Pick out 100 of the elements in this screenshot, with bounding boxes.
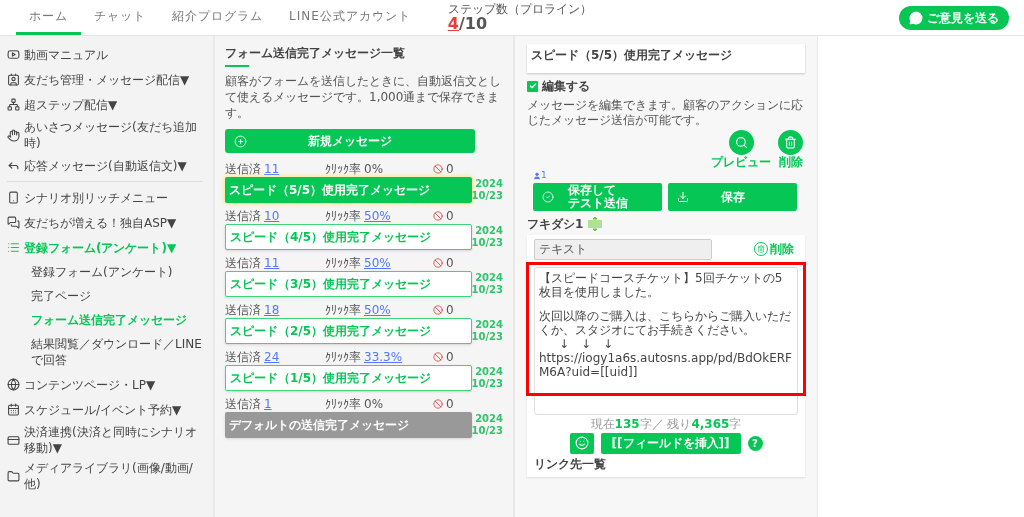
- insert-field-button[interactable]: [[フィールドを挿入]]: [600, 432, 741, 454]
- sidebar-item[interactable]: 応答メッセージ(自動返信文)▼: [24, 157, 187, 174]
- message-year: 2024: [474, 272, 503, 284]
- block-count: 0: [446, 207, 454, 225]
- sidebar-subitem[interactable]: 登録フォーム(アンケート): [31, 260, 203, 284]
- hand-icon: [7, 128, 20, 142]
- sent-count-link[interactable]: 10: [264, 206, 280, 225]
- message-title-bar[interactable]: デフォルトの送信完了メッセージ: [225, 412, 472, 438]
- contact-icon: [7, 73, 20, 86]
- message-year: 2024: [474, 366, 503, 378]
- sent-count-link[interactable]: 24: [264, 347, 280, 366]
- phone-icon: [7, 191, 20, 204]
- reply-icon: [7, 159, 20, 172]
- chat-icon: [7, 216, 20, 229]
- click-rate-label: ｸﾘｯｸ率: [325, 301, 361, 319]
- sent-label: 送信済: [225, 207, 261, 225]
- nav-tab[interactable]: LINE公式アカウント: [276, 0, 424, 35]
- message-date: 10/23: [471, 237, 503, 249]
- message-title-bar[interactable]: スピード（4/5）使用完了メッセージ: [225, 224, 472, 250]
- edit-label: 編集する: [542, 78, 590, 95]
- sidebar-item[interactable]: 友だち管理・メッセージ配信▼: [24, 71, 190, 88]
- block-count: 0: [446, 395, 454, 413]
- message-line: https://iogy1a6s.autosns.app/pd/BdOkERFM6A?uid=[[uid]]: [539, 350, 793, 379]
- sidebar-item[interactable]: 友だちが増える！独自ASP▼: [24, 214, 177, 231]
- reorder-icon: [587, 216, 604, 231]
- sent-label: 送信済: [225, 160, 261, 178]
- message-line: ↓ ↓ ↓: [558, 336, 615, 351]
- user-count: 1: [541, 169, 547, 182]
- bubble-title: フキダシ1: [527, 215, 584, 233]
- new-message-button[interactable]: 新規メッセージ: [225, 129, 475, 153]
- message-title-bar[interactable]: スピード（1/5）使用完了メッセージ: [225, 365, 472, 391]
- delete-button[interactable]: [778, 130, 803, 155]
- message-date: 10/23: [471, 425, 503, 437]
- sent-label: 送信済: [225, 395, 261, 413]
- preview-button[interactable]: [728, 130, 754, 155]
- sidebar-item[interactable]: メディアライブラリ(画像/動画/他): [24, 460, 203, 492]
- click-rate: 0%: [364, 395, 384, 413]
- sent-label: 送信済: [225, 254, 261, 272]
- folder-icon: [7, 469, 20, 483]
- sidebar-subitem[interactable]: フォーム送信完了メッセージ: [31, 308, 203, 332]
- type-select[interactable]: テキスト: [534, 238, 712, 260]
- sent-label: 送信済: [225, 301, 261, 319]
- click-rate[interactable]: 33.3%: [364, 347, 403, 366]
- save-button[interactable]: 保存: [668, 182, 797, 211]
- preview-button-label: プレビュー: [711, 155, 771, 169]
- emoji-button[interactable]: [569, 432, 594, 454]
- sent-count-link[interactable]: 11: [264, 159, 280, 178]
- nav-tab[interactable]: 紹介プログラム: [159, 0, 276, 35]
- bubble-delete-button[interactable]: 削除: [754, 240, 794, 258]
- sidebar-item[interactable]: 動画マニュアル: [24, 46, 108, 63]
- hierarchy-icon: [7, 98, 20, 111]
- sent-label: 送信済: [225, 348, 261, 366]
- message-title-bar[interactable]: スピード（5/5）使用完了メッセージ: [225, 177, 472, 203]
- nav-tab[interactable]: チャット: [81, 0, 159, 35]
- message-year: 2024: [474, 225, 503, 237]
- sent-count-link[interactable]: 11: [264, 253, 280, 272]
- message-title-bar[interactable]: スピード（2/5）使用完了メッセージ: [225, 318, 472, 344]
- block-icon: [433, 257, 443, 268]
- click-rate[interactable]: 50%: [364, 253, 391, 272]
- click-rate[interactable]: 50%: [364, 206, 391, 225]
- message-year: 2024: [474, 319, 503, 331]
- sidebar-item[interactable]: コンテンツページ・LP▼: [24, 376, 156, 393]
- sidebar-subitem[interactable]: 完了ページ: [31, 284, 203, 308]
- sent-count-link[interactable]: 18: [264, 300, 280, 319]
- sidebar-subitem[interactable]: 結果閲覧／ダウンロード／LINEで回答: [31, 332, 203, 372]
- editor-description: メッセージを編集できます。顧客のアクションに応じたメッセージ送信が可能です。: [527, 98, 804, 128]
- save-test-button[interactable]: 保存して テスト送信: [533, 182, 662, 211]
- button-label-line: テスト送信: [567, 196, 628, 210]
- message-date: 10/23: [471, 190, 503, 202]
- message-date: 10/23: [471, 284, 503, 296]
- message-date: 10/23: [471, 331, 503, 343]
- edit-checkbox[interactable]: [527, 80, 538, 92]
- video-icon: [7, 48, 20, 61]
- card-icon: [7, 433, 20, 447]
- sidebar-item[interactable]: スケジュール/イベント予約▼: [24, 401, 182, 418]
- feedback-button[interactable]: ご意見を送る: [899, 5, 1009, 30]
- sidebar-item[interactable]: 超ステップ配信▼: [24, 96, 118, 113]
- step-total: /10: [458, 16, 488, 32]
- download-icon: [677, 190, 689, 203]
- list-icon: [7, 241, 20, 254]
- sidebar-item[interactable]: あいさつメッセージ(友だち追加時): [24, 119, 203, 151]
- sidebar-item[interactable]: 登録フォーム(アンケート)▼: [24, 239, 177, 256]
- message-name-card[interactable]: スピード（5/5）使用完了メッセージ: [527, 44, 805, 73]
- sidebar-item[interactable]: 決済連携(決済と同時にシナリオ移動)▼: [24, 424, 203, 456]
- message-line: 次回以降のご購入は、こちらからご購入いただくか、スタジオにてお手続きください。: [539, 308, 792, 337]
- block-count: 0: [446, 254, 454, 272]
- message-year: 2024: [474, 178, 503, 190]
- block-icon: [433, 398, 443, 409]
- block-icon: [433, 351, 443, 362]
- click-rate[interactable]: 50%: [364, 300, 391, 319]
- sent-count-link[interactable]: 1: [264, 394, 272, 413]
- help-badge[interactable]: ?: [747, 435, 763, 451]
- click-rate-label: ｸﾘｯｸ率: [325, 254, 361, 272]
- message-textarea[interactable]: 【スピードコースチケット】5回チケットの5枚目を使用しました。 次回以降のご購入は、こちらからご購入いただくか、スタジオにてお手続きください。 ↓ ↓ ↓ https://iogy1a6s.autosns.app/pd/BdOkERFM6A?uid=[[uid]]: [534, 266, 798, 415]
- sidebar-item[interactable]: シナリオ別リッチメニュー: [24, 189, 168, 206]
- block-count: 0: [446, 301, 454, 319]
- trash-icon: [784, 136, 797, 149]
- step-used: 4: [447, 16, 459, 32]
- message-title-bar[interactable]: スピード（3/5）使用完了メッセージ: [225, 271, 472, 297]
- button-label-line: 保存して: [567, 183, 616, 197]
